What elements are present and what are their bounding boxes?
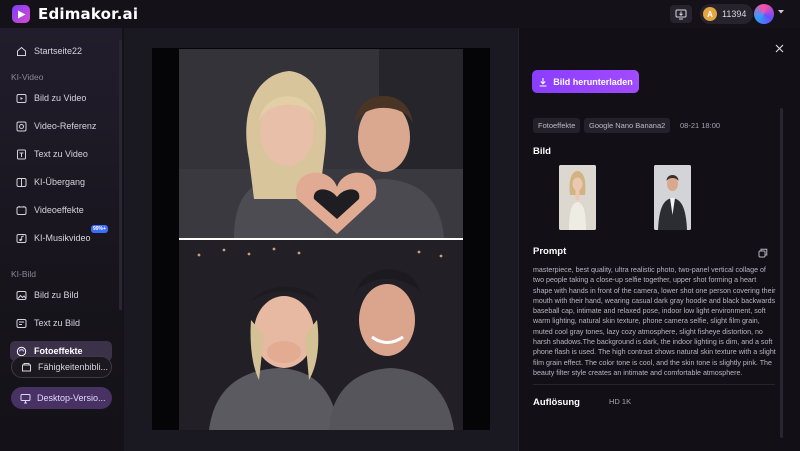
prompt-text: masterpiece, best quality, ultra realist… (533, 266, 776, 377)
image-to-video-icon (16, 93, 27, 103)
download-image-label: Bild herunterladen (553, 76, 633, 87)
image-section-title: Bild (533, 146, 551, 157)
sidebar-item-videoeffekte[interactable]: Videoeffekte (10, 200, 112, 220)
generated-photo-top (179, 49, 463, 238)
coin-icon: A (703, 7, 717, 21)
reference-image-woman[interactable] (559, 165, 596, 230)
photo-effects-icon (16, 346, 27, 356)
copy-icon (758, 248, 768, 258)
credits-display[interactable]: A 11394 (700, 4, 754, 24)
sidebar-item-label: Fotoeffekte (34, 346, 83, 356)
skills-library-label: Fähigkeitenbibli... (38, 362, 109, 372)
app-window: Edimakor.ai A 11394 Startseite22 KI-Vide… (0, 0, 800, 451)
close-icon (775, 44, 783, 52)
top-bar: Edimakor.ai A 11394 (0, 0, 800, 28)
desktop-version-label: Desktop-Versio... (37, 393, 106, 403)
reference-image-man[interactable] (654, 165, 691, 230)
music-video-icon (16, 233, 27, 243)
section-ki-video: KI-Video (11, 72, 44, 82)
image-to-image-icon (16, 290, 27, 300)
download-app-button[interactable] (670, 5, 692, 23)
sidebar-item-label: KI-Übergang (34, 177, 86, 187)
logo-icon (12, 5, 30, 23)
sidebar-item-text-zu-video[interactable]: Text zu Video (10, 144, 112, 164)
copy-prompt-button[interactable] (758, 245, 770, 258)
sidebar-scrollbar[interactable] (119, 40, 122, 310)
sidebar-item-label: KI-Musikvideo (34, 233, 91, 243)
library-icon (22, 362, 31, 371)
sidebar-item-home[interactable]: Startseite22 (10, 41, 112, 61)
text-to-video-icon (17, 149, 26, 159)
sidebar-item-ki-musikvideo[interactable]: KI-Musikvideo 99%+ (10, 225, 112, 248)
prompt-section-title: Prompt (533, 246, 567, 257)
text-to-image-icon (16, 318, 27, 328)
section-divider (533, 384, 775, 385)
resolution-section-title: Auflösung (533, 397, 580, 408)
new-badge: 99%+ (91, 225, 108, 233)
sidebar-item-label: Text zu Video (34, 149, 88, 159)
sidebar-item-label: Bild zu Bild (34, 290, 79, 300)
resolution-value: HD 1K (609, 397, 632, 406)
user-avatar[interactable] (754, 4, 774, 24)
video-reference-icon (16, 121, 27, 131)
generated-photo-bottom (179, 240, 463, 430)
credits-count: 11394 (722, 9, 747, 19)
created-date: 08-21 18:00 (680, 121, 721, 130)
panel-scrollbar[interactable] (780, 108, 783, 438)
sidebar-item-label: Video-Referenz (34, 121, 97, 131)
home-icon (17, 46, 26, 56)
desktop-icon (20, 393, 31, 403)
chevron-down-icon[interactable] (777, 9, 785, 15)
sidebar-item-video-referenz[interactable]: Video-Referenz (10, 116, 112, 136)
download-image-button[interactable]: Bild herunterladen (532, 70, 639, 93)
app-name: Edimakor.ai (38, 5, 139, 23)
video-effects-icon (16, 205, 27, 215)
tag-effect: Fotoeffekte (533, 118, 581, 133)
sidebar-item-label: Startseite22 (34, 46, 83, 56)
sidebar-item-ki-uebergang[interactable]: KI-Übergang (10, 172, 112, 192)
monitor-download-icon (675, 9, 687, 19)
sidebar-item-text-zu-bild[interactable]: Text zu Bild (10, 313, 112, 333)
transition-icon (16, 177, 27, 187)
section-ki-bild: KI-Bild (11, 269, 37, 279)
tag-model: Google Nano Banana2 (584, 118, 671, 133)
download-icon (539, 77, 547, 87)
skills-library-button[interactable]: Fähigkeitenbibli... (11, 356, 112, 378)
sidebar-item-label: Bild zu Video (34, 93, 87, 103)
desktop-version-button[interactable]: Desktop-Versio... (11, 387, 112, 409)
sidebar-item-label: Videoeffekte (34, 205, 84, 215)
close-button[interactable] (771, 40, 787, 56)
sidebar-item-label: Text zu Bild (34, 318, 81, 328)
sidebar-item-bild-zu-bild[interactable]: Bild zu Bild (10, 285, 112, 305)
app-logo[interactable]: Edimakor.ai (12, 5, 138, 23)
sidebar-item-bild-zu-video[interactable]: Bild zu Video (10, 88, 112, 108)
